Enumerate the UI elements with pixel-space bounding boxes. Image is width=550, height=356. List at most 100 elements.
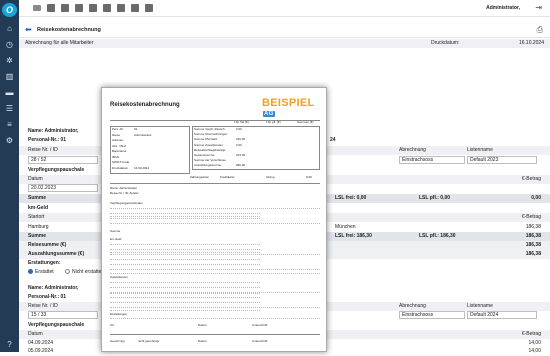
- printer-icon[interactable]: ⎙: [537, 25, 543, 35]
- doc-summary-value: 224,00: [236, 153, 246, 157]
- logout-icon[interactable]: ⇥: [535, 3, 542, 12]
- app-logo-icon[interactable]: O: [2, 3, 17, 17]
- summe2-value: 186,38: [525, 233, 541, 239]
- doc-sec-summe: Summe: [110, 229, 121, 233]
- doc-kreditkarte: Kreditkarte: [220, 175, 235, 179]
- date-2: 05.09.2024: [28, 348, 54, 354]
- reisesumme-value: 186,38: [525, 242, 541, 248]
- doc-text-line: [110, 254, 320, 255]
- doc-abzug-val: 0,00: [306, 175, 312, 179]
- doc-nicht-genehmigt: nicht genehmigt: [138, 339, 160, 343]
- nicht-erstattet-label: Nicht erstattet: [72, 269, 103, 275]
- doc-text-line: [110, 223, 320, 224]
- plane-icon[interactable]: [89, 4, 97, 12]
- doc-left-value: 16.09.2024: [134, 165, 150, 170]
- reise-field[interactable]: 28 / 52: [28, 156, 98, 164]
- doc-left-label: Druckdatum: [112, 165, 129, 170]
- summe-label: Summe: [28, 195, 47, 201]
- doc-left-label: Abs. / BLZ: [112, 143, 127, 148]
- doc-text-line: [110, 282, 260, 283]
- doc-rule: [110, 120, 320, 121]
- listenname-field[interactable]: Default 2023: [467, 156, 537, 164]
- doc-summary-label: Gesamtsumme: [194, 153, 215, 157]
- abrechnung2-header: Abrechnung: [399, 303, 426, 309]
- doc-sig-line: [110, 334, 320, 335]
- reise2-field[interactable]: 15 / 33: [28, 311, 98, 319]
- doc-text-line: [110, 307, 320, 308]
- doc-summary-label: Summe Übernachtungen: [194, 132, 228, 137]
- erstattet-radio[interactable]: [28, 269, 33, 274]
- doc-rule-2: [110, 183, 320, 184]
- abrechnung-header: Abrechnung: [399, 147, 426, 153]
- home-icon[interactable]: ⌂: [4, 24, 15, 33]
- doc-text-line: [110, 310, 260, 311]
- list-icon[interactable]: ☰: [4, 104, 15, 113]
- auszahl-value: 186,38: [525, 251, 541, 257]
- logo-text: BEISPIEL: [262, 97, 315, 109]
- company-logo: BEISPIEL AG: [262, 97, 326, 121]
- doc-zahlungsarten: Zahlungsarten: [190, 175, 210, 179]
- doc-sig-unterschrift2: Unterschrift: [252, 339, 268, 343]
- doc-left-label: Adresse: [112, 138, 124, 142]
- doc-text-line: [110, 208, 320, 209]
- receipt-icon[interactable]: [117, 4, 125, 12]
- gear-icon[interactable]: ✲: [4, 56, 15, 65]
- document-icon[interactable]: [47, 4, 55, 12]
- pdf-preview[interactable]: Reisekostenabrechnung BEISPIEL AG LSL fre…: [101, 87, 327, 352]
- doc-left-value: Administrator: [134, 132, 152, 137]
- doc-left-label: Pers.-Nr.: [112, 127, 124, 131]
- doc-sig-unterschrift: Unterschrift: [252, 323, 268, 327]
- settings-icon[interactable]: ⚙: [4, 136, 15, 145]
- doc-summary-label: Summe Zusatzkosten: [194, 142, 224, 147]
- doc-summary-label: Summe Verpfl.-Pausch.: [194, 127, 226, 131]
- folder-icon[interactable]: ▬: [4, 88, 15, 97]
- user-name[interactable]: Administrator,: [486, 5, 520, 11]
- datum-header: Datum: [28, 176, 43, 182]
- startort-header: Startort: [28, 214, 45, 220]
- listenname2-header: Listenname: [467, 303, 493, 309]
- doc-sec-reise: Reise-Nr. / ID: Anlass: [110, 191, 139, 195]
- coin-icon[interactable]: [103, 4, 111, 12]
- doc-text-line: [110, 259, 260, 260]
- help-icon[interactable]: ?: [4, 340, 15, 349]
- betrag2-header: €-Betrag: [521, 331, 541, 337]
- page-title: Reisekostenabrechnung: [37, 27, 101, 33]
- doc-text-line: [110, 293, 260, 294]
- nicht-erstattet-radio[interactable]: [65, 269, 70, 274]
- doc-summary-value: 226,00: [236, 137, 246, 142]
- doc-left-value: 01: [134, 127, 138, 131]
- doc-sig-datum2: Datum: [198, 339, 207, 343]
- lsl-pfl2: LSL pfl.: 186,30: [419, 233, 456, 239]
- doc-left-label: SWIFT-Code: [112, 160, 130, 164]
- calendar-icon[interactable]: [145, 4, 153, 12]
- doc-sig-datum: Datum: [198, 323, 207, 327]
- print-date-label: Druckdatum:: [431, 40, 460, 46]
- summe-value: 0,00: [531, 195, 541, 201]
- hotel-icon[interactable]: [61, 4, 69, 12]
- datum-field[interactable]: 20.02.2023: [28, 184, 98, 192]
- menu-icon[interactable]: [33, 5, 41, 11]
- doc-text-line: [110, 218, 260, 219]
- doc-text-line: [110, 318, 320, 319]
- back-arrow-icon[interactable]: ⬅: [25, 25, 32, 34]
- listenname2-field[interactable]: Default 2024: [467, 311, 537, 319]
- mail-icon[interactable]: [131, 4, 139, 12]
- lsl-frei2: LSL frei: 186,30: [335, 233, 372, 239]
- doc-text-line: [110, 302, 260, 303]
- doc-text-line: [110, 249, 260, 250]
- lsl-frei: LSL frei: 0,00: [335, 195, 367, 201]
- start-value: Hamburg: [28, 224, 49, 230]
- car-icon[interactable]: [75, 4, 83, 12]
- users-icon[interactable]: ≡: [4, 120, 15, 129]
- abrechnung-field[interactable]: Einstrachsoss: [399, 156, 465, 164]
- trash-icon[interactable]: ▥: [4, 72, 15, 81]
- doc-col-2: LSL pfl. (€): [266, 120, 281, 124]
- doc-text-line: [110, 252, 260, 253]
- doc-text-line: [110, 273, 320, 274]
- doc-text-line: [110, 213, 260, 214]
- lsl-pfl: LSL pfl.: 0,00: [419, 195, 451, 201]
- clock-icon[interactable]: ◷: [4, 40, 15, 49]
- betrag-header: €-Betrag: [521, 176, 541, 182]
- doc-text-line: [110, 216, 260, 217]
- abrechnung2-field[interactable]: Einstrachsoss: [399, 311, 465, 319]
